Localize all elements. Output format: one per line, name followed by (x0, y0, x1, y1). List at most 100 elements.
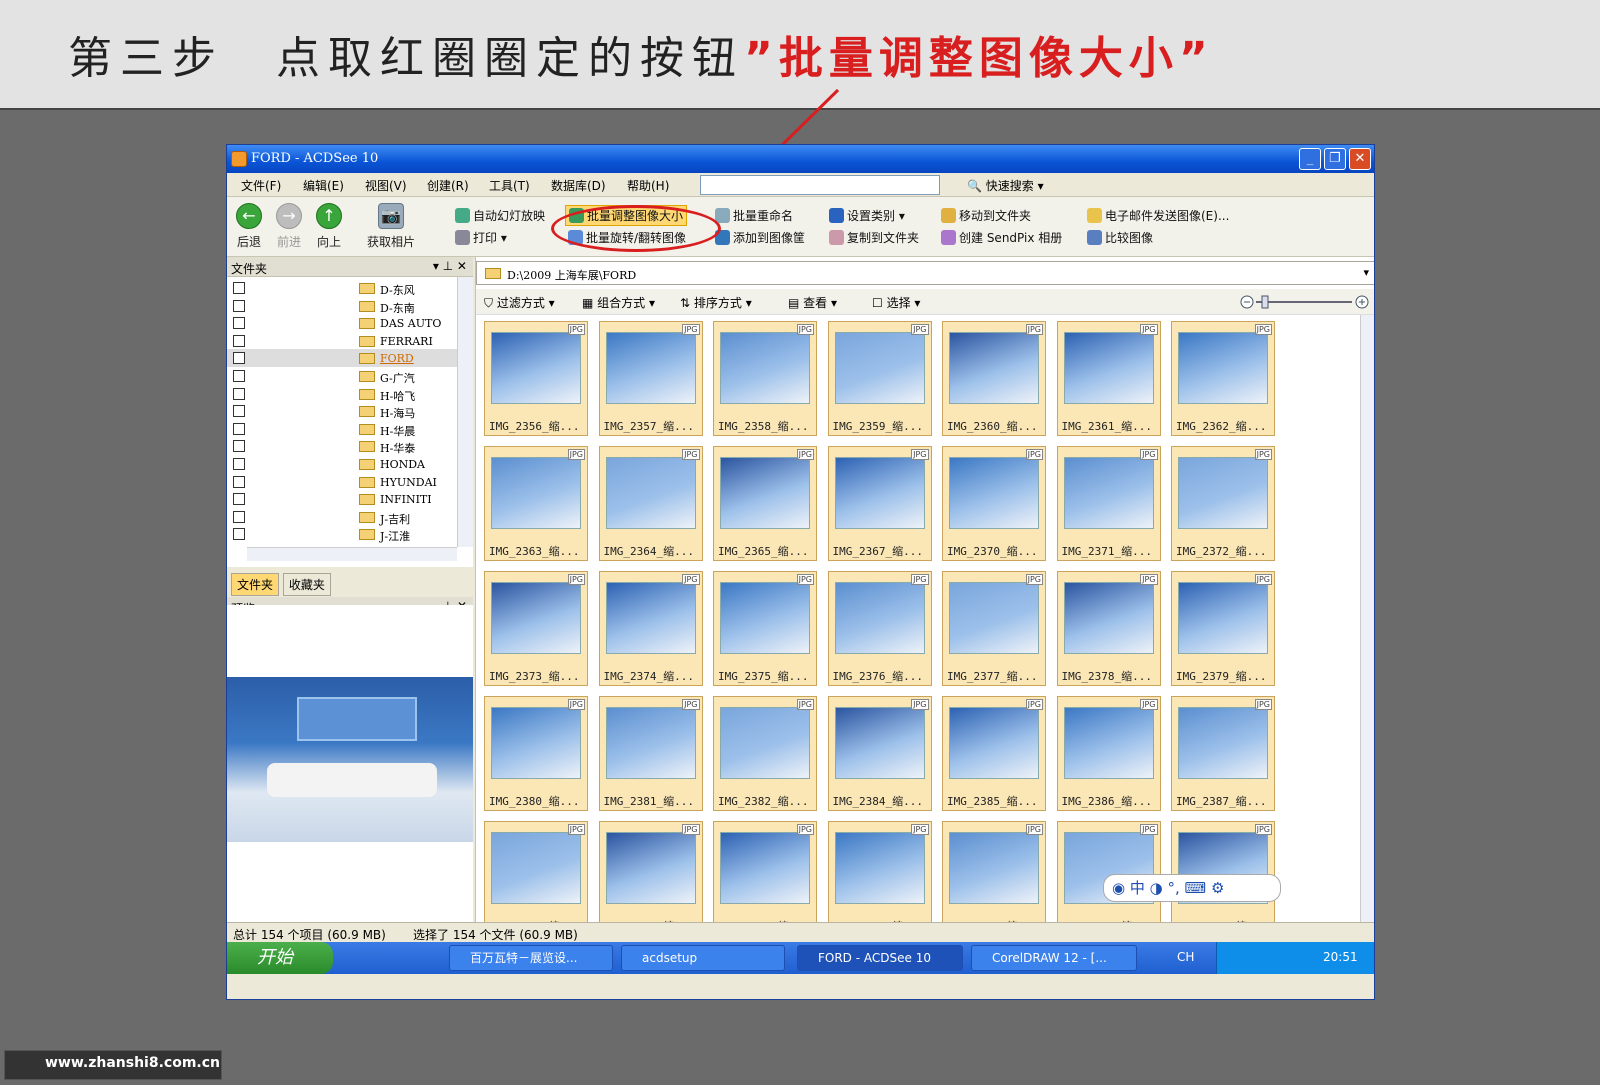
folder-checkbox[interactable] (233, 510, 245, 523)
quick-search-button[interactable]: 🔍 快速搜索 ▾ (967, 177, 1044, 194)
folder-item[interactable]: J-江淮 (227, 525, 457, 543)
folder-item[interactable]: D-东风 (227, 279, 457, 297)
folder-checkbox[interactable] (233, 440, 245, 453)
language-indicator[interactable]: CH (1177, 950, 1194, 964)
thumbnail-item[interactable]: JPGIMG_2392_缩... (942, 821, 1046, 922)
slideshow-button[interactable]: 自动幻灯放映 (455, 207, 545, 224)
thumbnail-item[interactable]: JPGIMG_2388_缩... (484, 821, 588, 922)
thumbnail-item[interactable]: JPG IMG_2367_缩... (827, 446, 932, 561)
start-button[interactable]: 开始 (227, 942, 333, 974)
thumbnail-item[interactable]: JPG IMG_2379_缩... (1171, 571, 1275, 686)
thumbnail-item[interactable]: JPG IMG_2364_缩... (598, 446, 703, 561)
folder-item[interactable]: FERRARI (227, 332, 457, 350)
thumbnail-item[interactable]: JPG IMG_2373_缩... (484, 571, 588, 686)
thumbnail-item[interactable]: JPGIMG_2390_缩... (713, 821, 817, 922)
sendpix-album-button[interactable]: 创建 SendPix 相册 (941, 229, 1062, 246)
batch-rename-button[interactable]: 批量重命名 (715, 207, 793, 224)
thumbnail-item[interactable]: JPG IMG_2362_缩... (1171, 321, 1275, 436)
folder-item[interactable]: J-吉利 (227, 508, 457, 526)
thumbnail-item[interactable]: JPG IMG_2359_缩... (827, 321, 932, 436)
email-images-button[interactable]: 电子邮件发送图像(E)... (1087, 207, 1229, 224)
thumbnail-item[interactable]: JPG IMG_2386_缩... (1056, 696, 1161, 811)
thumbnail-item[interactable]: JPG IMG_2372_缩... (1171, 446, 1275, 561)
thumbnail-item[interactable]: JPG IMG_2384_缩... (827, 696, 932, 811)
menu-edit[interactable]: 编辑(E) (303, 177, 344, 194)
task-coreldraw[interactable]: CorelDRAW 12 - [... (971, 945, 1137, 971)
thumbnail-item[interactable]: JPG IMG_2358_缩... (713, 321, 817, 436)
menu-tools[interactable]: 工具(T) (489, 177, 530, 194)
tab-folders[interactable]: 文件夹 (231, 573, 280, 596)
folder-item[interactable]: HONDA (227, 455, 457, 473)
group-button[interactable]: ▦ 组合方式 ▾ (582, 294, 655, 311)
ime-toolbar[interactable]: ◉ 中 ◑ °, ⌨ ⚙ (1103, 874, 1281, 902)
title-bar[interactable]: FORD - ACDSee 10 _ ❐ ✕ (227, 145, 1374, 173)
folder-checkbox[interactable] (233, 493, 245, 506)
view-button[interactable]: ▤ 查看 ▾ (788, 294, 837, 311)
thumbnail-item[interactable]: JPG IMG_2371_缩... (1056, 446, 1161, 561)
folder-item[interactable]: INFINITI (227, 490, 457, 508)
task-acdsetup[interactable]: acdsetup (621, 945, 785, 971)
thumbnail-item[interactable]: JPGIMG_2389_缩... (598, 821, 703, 922)
task-million-watt[interactable]: 百万瓦特－展览设... (449, 945, 613, 971)
thumbnail-item[interactable]: JPG IMG_2357_缩... (598, 321, 703, 436)
search-dropdown[interactable] (700, 175, 940, 195)
thumbnail-item[interactable]: JPG IMG_2380_缩... (484, 696, 588, 811)
folder-item[interactable]: FORD (227, 349, 457, 368)
folder-checkbox[interactable] (233, 317, 245, 330)
folder-item[interactable]: D-东南 (227, 297, 457, 315)
thumbnail-item[interactable]: JPG IMG_2387_缩... (1171, 696, 1275, 811)
thumbnail-item[interactable]: JPG IMG_2365_缩... (713, 446, 817, 561)
thumbnail-item[interactable]: JPG IMG_2378_缩... (1056, 571, 1161, 686)
thumbnail-scrollbar[interactable] (1360, 315, 1374, 922)
select-button[interactable]: ☐ 选择 ▾ (872, 294, 920, 311)
folder-checkbox[interactable] (233, 475, 245, 488)
pane-controls[interactable]: ▾ ⊥ ✕ (433, 259, 467, 273)
tab-favorites[interactable]: 收藏夹 (282, 573, 331, 596)
folder-checkbox[interactable] (233, 528, 245, 541)
thumbnail-item[interactable]: JPG IMG_2377_缩... (942, 571, 1046, 686)
folder-checkbox[interactable] (233, 370, 245, 382)
close-button[interactable]: ✕ (1349, 148, 1371, 170)
thumbnail-item[interactable]: JPGIMG_2391_缩... (827, 821, 932, 922)
folder-checkbox[interactable] (233, 458, 245, 470)
thumbnail-item[interactable]: JPG IMG_2385_缩... (942, 696, 1046, 811)
thumbnail-item[interactable]: JPG IMG_2381_缩... (598, 696, 703, 811)
folder-item[interactable]: H-华泰 (227, 437, 457, 455)
thumbnail-item[interactable]: JPG IMG_2356_缩... (484, 321, 588, 436)
set-category-button[interactable]: 设置类别 ▾ (829, 207, 905, 224)
thumbnail-item[interactable]: JPG IMG_2360_缩... (942, 321, 1046, 436)
forward-button[interactable]: → 前进 (269, 203, 309, 250)
menu-view[interactable]: 视图(V) (365, 177, 407, 194)
folder-tree-scrollbar[interactable] (457, 277, 473, 547)
zoom-slider[interactable] (1240, 295, 1370, 309)
back-button[interactable]: ← 后退 (229, 203, 269, 250)
folder-item[interactable]: H-海马 (227, 402, 457, 420)
menu-file[interactable]: 文件(F) (241, 177, 281, 194)
folder-item[interactable]: HYUNDAI (227, 473, 457, 491)
folder-tree-hscrollbar[interactable] (247, 547, 457, 561)
folder-checkbox[interactable] (233, 422, 245, 435)
thumbnail-item[interactable]: JPG IMG_2374_缩... (598, 571, 703, 686)
acquire-photos-button[interactable]: 📷 获取相片 (361, 203, 421, 250)
folder-checkbox[interactable] (233, 405, 245, 418)
folder-item[interactable]: G-广汽 (227, 367, 457, 385)
menu-help[interactable]: 帮助(H) (627, 177, 669, 194)
thumbnail-item[interactable]: JPG IMG_2375_缩... (713, 571, 817, 686)
restore-button[interactable]: ❐ (1324, 148, 1346, 170)
thumbnail-item[interactable]: JPGIMG_2394_缩... (1171, 821, 1275, 922)
folder-checkbox[interactable] (233, 282, 245, 294)
minimize-button[interactable]: _ (1299, 148, 1321, 170)
path-dropdown-icon[interactable]: ▾ (1363, 266, 1369, 279)
menu-database[interactable]: 数据库(D) (551, 177, 606, 194)
menu-create[interactable]: 创建(R) (427, 177, 469, 194)
folder-item[interactable]: H-哈飞 (227, 385, 457, 403)
copy-to-folder-button[interactable]: 复制到文件夹 (829, 229, 919, 246)
up-button[interactable]: ↑ 向上 (309, 203, 349, 250)
thumbnail-item[interactable]: JPGIMG_2393_缩... (1056, 821, 1161, 922)
thumbnail-item[interactable]: JPG IMG_2363_缩... (484, 446, 588, 561)
folder-checkbox[interactable] (233, 387, 245, 400)
thumbnail-item[interactable]: JPG IMG_2382_缩... (713, 696, 817, 811)
folder-item[interactable]: H-华晨 (227, 420, 457, 438)
thumbnail-item[interactable]: JPG IMG_2361_缩... (1056, 321, 1161, 436)
filter-button[interactable]: ⛉ 过滤方式 ▾ (484, 294, 555, 311)
